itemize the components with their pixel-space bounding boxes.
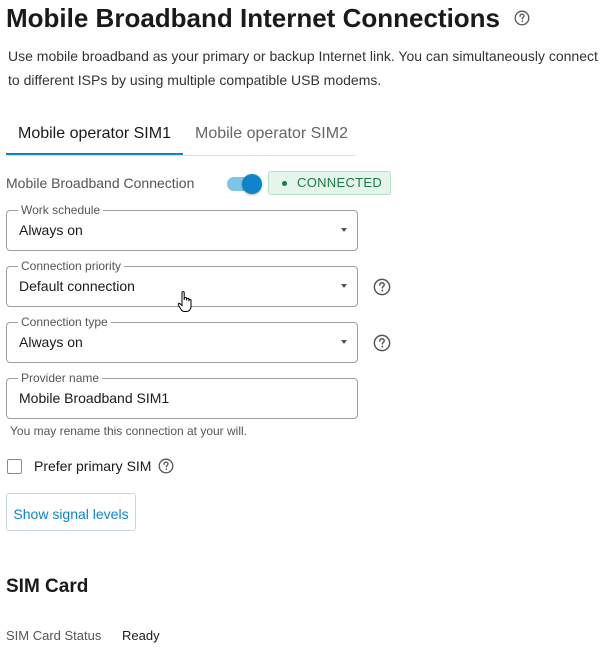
question-circle-icon[interactable] — [373, 278, 391, 296]
connection-toggle[interactable] — [225, 174, 263, 194]
provider-name-input[interactable]: Provider name Mobile Broadband SIM1 — [6, 371, 358, 419]
hand-pointer-cursor-icon — [177, 291, 192, 312]
description-line-1: Use mobile broadband as your primary or … — [8, 48, 598, 64]
prefer-primary-sim-checkbox[interactable] — [7, 459, 22, 474]
page-title: Mobile Broadband Internet Connections — [6, 3, 501, 33]
connection-type-value: Always on — [19, 334, 83, 350]
provider-name-hint: You may rename this connection at your w… — [10, 424, 248, 438]
work-schedule-label: Work schedule — [18, 203, 104, 217]
provider-name-label: Provider name — [18, 371, 103, 385]
connection-priority-label: Connection priority — [18, 259, 125, 273]
tab-sim2[interactable]: Mobile operator SIM2 — [183, 116, 360, 153]
page-description: Use mobile broadband as your primary or … — [8, 44, 604, 92]
sim-tabs: Mobile operator SIM1 Mobile operator SIM… — [6, 116, 356, 156]
connection-type-select[interactable]: Connection type Always on — [6, 315, 358, 363]
status-text: CONNECTED — [297, 175, 383, 190]
connection-type-label: Connection type — [18, 315, 111, 329]
prefer-primary-sim-label[interactable]: Prefer primary SIM — [34, 458, 151, 474]
connection-label: Mobile Broadband Connection — [6, 175, 195, 191]
caret-down-icon — [341, 284, 347, 288]
sim-card-heading: SIM Card — [6, 576, 89, 597]
work-schedule-select[interactable]: Work schedule Always on — [6, 203, 358, 251]
provider-name-value[interactable]: Mobile Broadband SIM1 — [19, 390, 169, 407]
caret-down-icon — [341, 340, 347, 344]
status-badge: CONNECTED — [268, 171, 391, 195]
connection-priority-value: Default connection — [19, 278, 135, 294]
question-circle-icon[interactable] — [514, 10, 530, 26]
question-circle-icon[interactable] — [158, 458, 174, 474]
description-line-2: to different ISPs by using multiple comp… — [8, 72, 382, 88]
tab-sim1[interactable]: Mobile operator SIM1 — [6, 116, 183, 155]
toggle-thumb — [242, 174, 262, 194]
caret-down-icon — [341, 228, 347, 232]
question-circle-icon[interactable] — [373, 334, 391, 352]
sim-card-status-label: SIM Card Status — [6, 628, 102, 643]
work-schedule-value: Always on — [19, 222, 83, 238]
sim-card-status-value: Ready — [122, 628, 160, 643]
show-signal-levels-button[interactable]: Show signal levels — [6, 493, 136, 531]
status-dot-icon — [282, 181, 287, 186]
